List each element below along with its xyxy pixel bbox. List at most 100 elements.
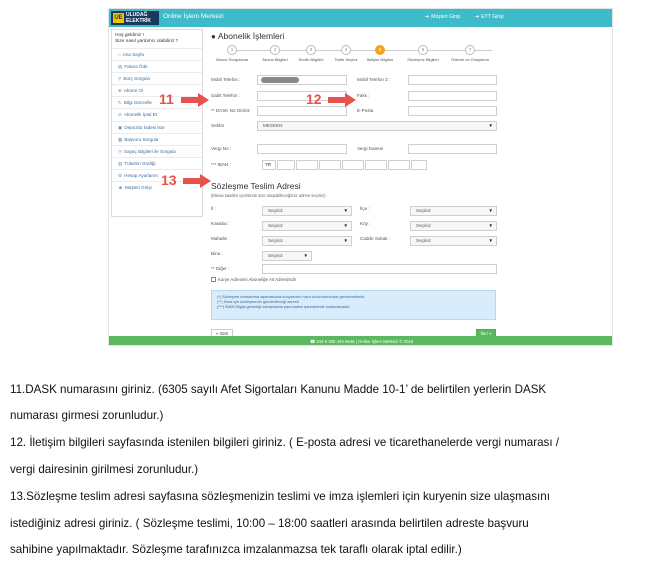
logo-line2: ELEKTRİK [126, 18, 151, 24]
step-7: 7 Ödeme ve Onaylama [448, 45, 492, 62]
sidebar-item-label: Tüketim Grafiği [124, 160, 156, 166]
select-placeholder: Seçiniz [268, 253, 283, 258]
courier-address-checkbox[interactable] [211, 277, 216, 282]
main-content: ● Abonelik İşlemleri 1 Abone Sorgulama 2 Ab… [210, 29, 604, 339]
caret-down-icon: ▼ [488, 238, 493, 243]
step-label: İletişim Bilgileri [366, 57, 394, 62]
email-label: E-Posta [357, 108, 374, 113]
sidebar-item-home[interactable]: ⌂ Ana Sayfa [112, 48, 202, 60]
eyt-login-label: EYT Girişi [481, 14, 504, 20]
kasaba-label: Kasaba : [211, 221, 230, 226]
top-bar: UE ULUDAĞ ELEKTRİK Online İşlem Merkezi … [109, 9, 612, 27]
step-circle: 4 [341, 45, 351, 55]
document-icon: ▦ [118, 136, 123, 142]
select-placeholder: Seçiniz [416, 208, 431, 213]
sidebar-item-label: Abone Ol [123, 88, 144, 94]
courier-address-label: Kurye Adresimi Aboneliğe Ait Adresimdir [218, 277, 297, 282]
callout-11: 11 [159, 91, 174, 107]
instruction-line: sahibine yapılmaktadır. Sözleşme tarafın… [10, 543, 462, 556]
sidebar-item-pay-bill[interactable]: ▤ Fatura Öde [112, 60, 202, 72]
iban-prefix: TR [262, 160, 276, 170]
delivery-section-subtitle: (Mesai saatleri içerisinde size ulaşabil… [211, 193, 326, 198]
iban-input-4[interactable] [342, 160, 364, 170]
ilce-label: İlçe : [360, 206, 370, 211]
email-input[interactable] [408, 106, 497, 116]
sidebar-item-label: Fatura Öde [124, 64, 148, 70]
sidebar-item-application-query[interactable]: ▦ Başvuru Sorgula [112, 132, 202, 145]
caret-down-icon: ▼ [343, 208, 348, 213]
arrow-right-icon [181, 93, 209, 107]
mahalle-select[interactable]: Seçiniz ▼ [262, 236, 352, 246]
caret-down-icon: ▼ [303, 253, 308, 258]
sidebar-item-label: Müşteri Girişi [124, 185, 152, 191]
logo[interactable]: UE ULUDAĞ ELEKTRİK [111, 11, 159, 25]
sidebar-item-label: Abonelik İptal Et [123, 112, 158, 118]
sidebar-item-deposit-refund[interactable]: ▣ Depozito İadesi İste [112, 120, 202, 133]
step-6: 6 Sözleşme Bilgileri [401, 45, 445, 62]
caret-down-icon: ▼ [343, 223, 348, 228]
il-select[interactable]: Seçiniz ▼ [262, 206, 352, 216]
sector-select[interactable]: MESKEN ▼ [257, 121, 497, 131]
greeting-line2: Size nasıl yardımcı olabiliriz ? [115, 39, 179, 44]
cancel-icon: ⊘ [118, 112, 122, 118]
instruction-line: 11.DASK numarasını giriniz. (6305 sayılı… [10, 383, 547, 396]
dask-input[interactable] [257, 106, 347, 116]
sidebar-item-meter-query[interactable]: ◷ Sayaç Bilgileri ile Sorgula [112, 144, 202, 157]
dask-label: ** DASK No Giriniz [211, 108, 250, 113]
courier-address-checkbox-row[interactable]: Kurye Adresimi Aboneliğe Ait Adresimdir [211, 277, 296, 282]
sidebar-item-label: Ana Sayfa [122, 52, 144, 57]
plus-icon: ⊕ [118, 88, 122, 94]
landline-label: Sabit Telefon : [211, 93, 241, 98]
tax-office-input[interactable] [408, 144, 497, 154]
mobile-phone-input[interactable] [257, 75, 347, 85]
step-label: Abone Sorgulama [215, 57, 249, 62]
mobile-phone2-label: Mobil Telefon 2 : [357, 77, 391, 82]
kasaba-select[interactable]: Seçiniz ▼ [262, 221, 352, 231]
customer-login-link[interactable]: ➜ Müşteri Girişi [425, 14, 460, 20]
mobile-phone2-input[interactable] [408, 75, 497, 85]
cadde-select[interactable]: Seçiniz ▼ [410, 236, 497, 246]
fax-input[interactable] [408, 91, 497, 101]
callout-13: 13 [161, 172, 177, 188]
koy-select[interactable]: Seçiniz ▼ [410, 221, 497, 231]
iban-input-1[interactable] [277, 160, 295, 170]
instruction-line: istediğiniz adresi giriniz. ( Sözleşme t… [10, 517, 529, 530]
instruction-line: 12. İletişim bilgileri sayfasında isteni… [10, 436, 560, 449]
sector-label: Sektör [211, 123, 225, 128]
mobile-phone-label: Mobil Telefon : [211, 77, 241, 82]
iban-input-2[interactable] [296, 160, 318, 170]
select-placeholder: Seçiniz [416, 238, 431, 243]
sidebar-item-cancel-subscription[interactable]: ⊘ Abonelik İptal Et [112, 108, 202, 120]
eyt-login-link[interactable]: ➜ EYT Girişi [475, 14, 504, 20]
sidebar-item-consumption-chart[interactable]: ▥ Tüketim Grafiği [112, 156, 202, 169]
login-icon: ➜ [475, 14, 480, 20]
login-icon: ➜ [425, 14, 430, 20]
money-icon: ▣ [118, 124, 123, 130]
other-label: ** Diğer : [211, 266, 230, 271]
iban-input-3[interactable] [319, 160, 341, 170]
page-title-text: Abonelik İşlemleri [217, 31, 285, 41]
iban-input-6[interactable] [388, 160, 410, 170]
arrow-right-icon [328, 93, 356, 107]
iban-input-7[interactable] [411, 160, 427, 170]
sidebar-item-debt-query[interactable]: ⚲ Borç Sorgula [112, 72, 202, 84]
tax-no-input[interactable] [257, 144, 347, 154]
customer-login-label: Müşteri Girişi [431, 14, 461, 20]
callout-12: 12 [306, 91, 322, 107]
tax-office-label: Vergi Dairesi [357, 146, 384, 151]
bina-select[interactable]: Seçiniz ▼ [262, 251, 312, 261]
instruction-line: vergi dairesinin girilmesi zorunludur.) [10, 463, 199, 476]
sidebar-item-label: Borç Sorgula [123, 76, 150, 82]
bill-icon: ▤ [118, 64, 123, 70]
instruction-line: numarası girmesi zorunludur.) [10, 409, 164, 422]
app-title: Online İşlem Merkezi [163, 13, 224, 20]
step-circle: 1 [227, 45, 237, 55]
select-placeholder: Seçiniz [268, 223, 283, 228]
other-address-input[interactable] [262, 264, 497, 274]
iban-input-5[interactable] [365, 160, 387, 170]
page-title: ● Abonelik İşlemleri [211, 31, 284, 41]
ilce-select[interactable]: Seçiniz ▼ [410, 206, 497, 216]
refresh-icon: ↻ [118, 100, 122, 106]
step-circle: 2 [270, 45, 280, 55]
delivery-section-title: Sözleşme Teslim Adresi [211, 181, 301, 191]
